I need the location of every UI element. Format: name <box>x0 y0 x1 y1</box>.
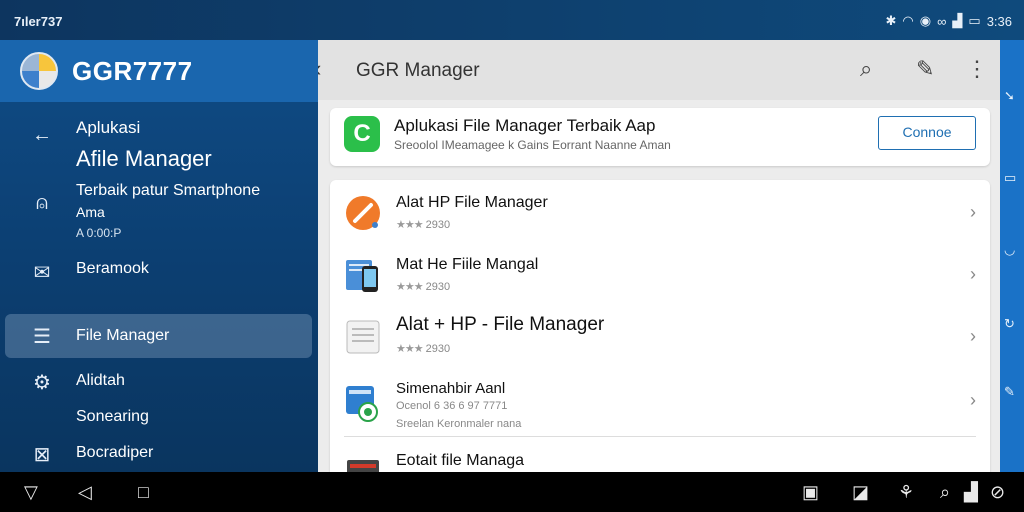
link-icon: ∞ <box>937 13 947 29</box>
rating-count: 2930 <box>425 343 451 355</box>
edit-icon[interactable]: ✎ <box>1004 384 1015 400</box>
green-app-icon: C <box>344 116 380 152</box>
list-item[interactable]: Simenahbir Aanl Ocenol 6 36 6 97 7771 Sr… <box>330 370 990 440</box>
drawer-item-file-manager[interactable]: ☰ File Manager <box>0 324 318 360</box>
recents-icon[interactable]: □ <box>138 482 149 503</box>
drawer-item-label: Aplukasi <box>76 118 141 137</box>
rating-count: 2930 <box>425 281 451 293</box>
chevron-right-icon: › <box>970 202 976 222</box>
more-icon[interactable]: ⋮ <box>966 56 988 82</box>
mail-icon: ✉ <box>33 262 51 284</box>
drawer-item-beramook[interactable]: ✉ Beramook <box>0 258 318 294</box>
search-zoom-icon[interactable]: ⌕ <box>940 482 950 503</box>
mute-icon: ⊘ <box>990 482 1006 502</box>
drawer-item-terbaik[interactable]: ⍝ Terbaik patur Smartphone Ama A 0:00:P <box>0 182 318 246</box>
app-subtitle-2: Sreelan Keronmaler nana <box>396 418 522 430</box>
stars-icon: ★★★ <box>396 281 424 293</box>
stars-icon: ★★★ <box>396 219 424 231</box>
bell-icon: ⍝ <box>36 192 48 214</box>
settings-icon: ⚙ <box>33 372 51 394</box>
signal-icon: ▟ <box>964 482 978 502</box>
back-arrow-icon[interactable]: ← <box>30 124 54 147</box>
promo-subtitle: Sreoolol IMeamagee k Gains Eorrant Naann… <box>394 138 671 152</box>
gesture-icon[interactable]: ⚘ <box>898 482 914 503</box>
app-bar: ‹ GGR Manager ⌕ ✎ ⋮ <box>318 40 1000 100</box>
arrow-icon[interactable]: ➘ <box>1004 88 1015 104</box>
chevron-right-icon: › <box>970 326 976 346</box>
drawer-item-label: Terbaik patur Smartphone <box>76 182 261 199</box>
app-rating: ★★★ 2930 <box>396 342 450 355</box>
wifi-icon: ◠ <box>902 13 914 28</box>
app-logo-icon <box>20 52 58 90</box>
status-icons: ✱ ◠ ◉ ∞ ▟ ▭ 3:36 <box>886 13 1012 29</box>
drawer-item-label: Beramook <box>76 260 149 277</box>
document-icon <box>346 320 380 354</box>
app-title: Simenahbir Aanl <box>396 380 506 397</box>
back-icon[interactable]: ◁ <box>78 482 92 503</box>
phone-file-icon <box>346 260 378 292</box>
list-icon: ☰ <box>33 326 51 348</box>
edit-icon[interactable]: ✎ <box>916 56 934 82</box>
status-time: 7ıler737 <box>14 14 63 29</box>
list-item[interactable]: Eotait file Managa <box>330 442 990 472</box>
image-icon[interactable]: ▣ <box>802 482 819 503</box>
system-nav-bar: ▽ ◁ □ ▣ ◪ ⚘ ⌕ ▟ ⊘ <box>0 472 1024 512</box>
drawer-item-label: Bocradiper <box>76 444 154 461</box>
refresh-icon[interactable]: ↻ <box>1004 316 1015 332</box>
down-chevron-icon[interactable]: ▽ <box>24 482 38 503</box>
drawer-item-sublabel: Ama <box>76 204 105 220</box>
app-title: Alat + HP - File Manager <box>396 314 605 335</box>
close-box-icon: ⊠ <box>33 444 51 466</box>
main-panel: ‹ GGR Manager ⌕ ✎ ⋮ C Aplukasi File Mana… <box>318 40 1000 472</box>
signal-icon: ▟ <box>952 13 963 28</box>
drawer-item-alidtah[interactable]: ⚙ Alidtah <box>0 370 318 400</box>
bluetooth-icon: ✱ <box>885 13 897 28</box>
orange-circle-icon <box>346 196 380 230</box>
chevron-right-icon: › <box>970 264 976 284</box>
app-title: Alat HP File Manager <box>396 194 548 211</box>
drawer-item-label: File Manager <box>76 327 170 344</box>
side-rail: ➘ ▭ ◡ ↻ ✎ <box>1000 40 1024 472</box>
folder-icon <box>347 460 379 472</box>
promo-card: C Aplukasi File Manager Terbaik Aap Sreo… <box>330 108 990 166</box>
app-subtitle: Ocenol 6 36 6 97 7771 <box>396 400 508 412</box>
chevron-right-icon: › <box>970 390 976 410</box>
drawer-title: GGR7777 <box>72 56 193 86</box>
navigation-drawer: GGR7777 ← Aplukasi Afile Manager ⍝ Terba… <box>0 40 318 472</box>
drawer-item-sonearing[interactable]: Sonearing <box>0 406 318 436</box>
alarm-icon: ◉ <box>919 13 932 28</box>
divider <box>344 436 976 437</box>
drawer-item-meta: A 0:00:P <box>76 226 122 240</box>
app-title: Eotait file Managa <box>396 452 525 469</box>
page-title: GGR Manager <box>356 60 480 81</box>
note-icon[interactable]: ◪ <box>852 482 869 503</box>
chat-icon[interactable]: ▭ <box>1004 170 1016 186</box>
drawer-item-bocradiper[interactable]: ⊠ Bocradiper <box>0 442 318 472</box>
status-bar: 7ıler737 ✱ ◠ ◉ ∞ ▟ ▭ 3:36 <box>0 0 1024 40</box>
app-list: Alat HP File Manager ★★★ 2930 › Mat He F… <box>330 180 990 472</box>
status-clock: 3:36 <box>986 13 1012 29</box>
media-icon <box>346 386 378 422</box>
search-icon[interactable]: ⌕ <box>860 56 872 82</box>
battery-icon: ▭ <box>968 13 981 28</box>
promo-title: Aplukasi File Manager Terbaik Aap <box>394 116 656 135</box>
stars-icon: ★★★ <box>396 343 424 355</box>
list-item[interactable]: Alat + HP - File Manager ★★★ 2930 › <box>330 308 990 368</box>
drawer-header: GGR7777 <box>0 40 318 102</box>
list-item[interactable]: Alat HP File Manager ★★★ 2930 › <box>330 184 990 244</box>
back-chevron-icon[interactable]: ‹ <box>318 56 321 82</box>
app-rating: ★★★ 2930 <box>396 280 450 293</box>
rating-count: 2930 <box>425 219 451 231</box>
app-rating: ★★★ 2930 <box>396 218 450 231</box>
drawer-item-label: Sonearing <box>76 408 149 425</box>
drawer-item-heading: Afile Manager <box>76 146 212 171</box>
connect-button[interactable]: Connoe <box>878 116 976 150</box>
drawer-item-label: Alidtah <box>76 372 125 389</box>
app-title: Mat He Fiile Mangal <box>396 256 539 273</box>
shield-icon[interactable]: ◡ <box>1004 242 1015 258</box>
list-item[interactable]: Mat He Fiile Mangal ★★★ 2930 › <box>330 246 990 306</box>
drawer-item-aplukasi[interactable]: ← Aplukasi Afile Manager <box>0 118 318 182</box>
